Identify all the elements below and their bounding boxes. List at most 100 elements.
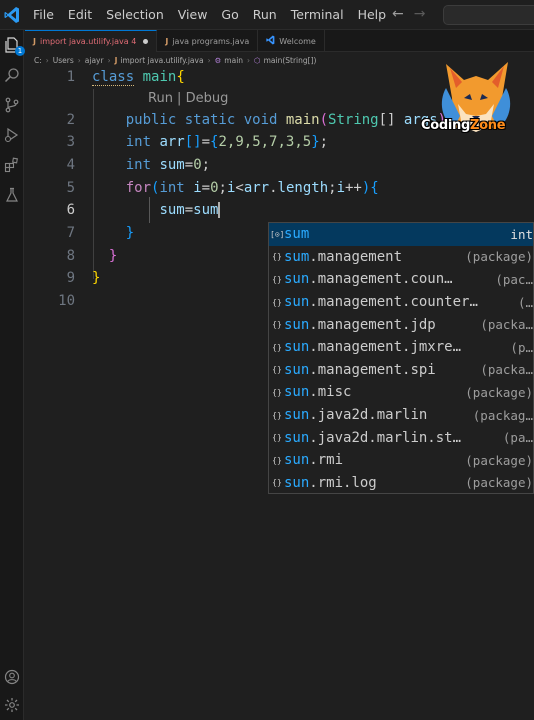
suggestion-match: sun [284,271,310,288]
chevron-right-icon: › [247,55,251,65]
menu-bar: File Edit Selection View Go Run Terminal… [26,0,393,30]
suggestion-detail: (p… [510,339,533,355]
source-control-icon[interactable] [3,96,21,114]
number-literal: 0 [210,180,219,196]
suggestion-match: sum [284,226,310,243]
tab-label: java programs.java [172,36,250,46]
menu-file[interactable]: File [26,0,61,30]
suggestion-item[interactable]: {} sun.rmi (package) [269,449,533,472]
menu-go[interactable]: Go [214,0,245,30]
suggestion-detail: (package) [465,452,533,468]
suggestion-item[interactable]: [⊙] sum int [269,223,533,246]
line-number: 5 [66,180,75,196]
suggestion-detail: (packag… [472,407,533,423]
suggestion-detail: (package) [465,475,533,491]
command-center-search[interactable] [443,5,534,25]
vscode-icon [266,35,275,48]
testing-icon[interactable] [3,186,21,204]
watermark-coding: Coding [421,118,470,133]
account-icon[interactable] [3,668,21,686]
tab-import-java-utilify[interactable]: J import java.utilify.java 4 [25,30,158,52]
unsaved-dot-icon[interactable] [143,39,149,44]
menu-selection[interactable]: Selection [99,0,171,30]
suggestion-rest: .misc [309,384,352,401]
java-file-icon: J [114,55,118,65]
menu-edit[interactable]: Edit [61,0,99,30]
explorer-badge: 1 [15,46,25,56]
breadcrumb-class[interactable]: main [224,56,243,65]
variable-sum: sum [159,157,185,173]
menu-run[interactable]: Run [246,0,284,30]
line-number: 10 [58,293,75,309]
keyword-int: int [125,134,152,150]
suggestion-rest: .management.jdp [309,316,436,333]
suggestion-match: sum [284,248,310,265]
codelens-run-debug[interactable]: Run | Debug [148,91,228,106]
run-debug-icon[interactable] [3,126,21,144]
tab-java-programs[interactable]: J java programs.java [157,30,259,52]
variable-arr: arr [159,134,185,150]
package-symbol-icon: {} [272,297,282,307]
menu-terminal[interactable]: Terminal [284,0,351,30]
activity-bar: 1 [0,30,25,720]
search-icon[interactable] [3,66,21,84]
menu-view[interactable]: View [171,0,215,30]
suggestion-item[interactable]: {} sun.java2d.marlin (packag… [269,404,533,427]
suggestion-detail: (packa… [480,317,533,333]
files-icon[interactable]: 1 [3,36,25,56]
back-arrow-icon[interactable]: ← [392,6,404,22]
suggestion-item[interactable]: {} sun.management.jmxre… (p… [269,336,533,359]
breadcrumb-file[interactable]: import java.utilify.java [120,56,203,65]
suggestion-detail: (package) [465,384,533,400]
suggestion-detail: (packa… [480,362,533,378]
tab-welcome[interactable]: Welcome [258,30,325,52]
code-line-6: sum=sum [159,202,220,218]
code-line-4: int sum=0; [125,157,211,173]
suggestion-item[interactable]: {} sun.management.coun… (pac… [269,268,533,291]
suggestion-label: sum.management [284,249,465,265]
java-file-icon: J [165,36,169,46]
package-symbol-icon: {} [272,320,282,330]
breadcrumb-users[interactable]: Users [53,56,74,65]
suggestion-rest: .java2d.marlin.st… [309,429,462,446]
breadcrumb-user[interactable]: ajayr [85,56,104,65]
suggestion-rest: .management.jmxre… [309,339,462,356]
number-literal: 0 [193,157,202,173]
line-number: 4 [66,157,75,173]
tab-label: Welcome [279,36,316,46]
suggestion-detail: (… [517,294,533,310]
package-symbol-icon: {} [272,478,282,488]
forward-arrow-icon[interactable]: → [414,6,426,22]
settings-gear-icon[interactable] [3,696,21,714]
title-bar: File Edit Selection View Go Run Terminal… [0,0,534,30]
suggestion-item[interactable]: {} sun.misc (package) [269,381,533,404]
suggestion-item[interactable]: {} sun.management.counter… (… [269,291,533,314]
editor-tabs: J import java.utilify.java 4 J java prog… [25,30,534,52]
suggestion-rest: .management.counter… [309,294,478,311]
suggestion-label: sun.misc [284,384,465,400]
code-line-3: int arr[]={2,9,5,7,3,5}; [125,134,329,150]
suggestion-item[interactable]: {} sun.management.spi (packa… [269,359,533,382]
code-line-7: } [125,225,135,241]
suggestion-item[interactable]: {} sun.management.jdp (packa… [269,313,533,336]
suggestion-item[interactable]: {} sun.java2d.marlin.st… (pa… [269,426,533,449]
suggestion-detail: int [510,226,533,242]
method-name: main [285,112,320,128]
suggestion-item[interactable]: {} sum.management (package) [269,246,533,269]
suggestion-label: sun.java2d.marlin.st… [284,430,503,446]
breadcrumb: C: › Users › ajayr › J import java.utili… [34,53,316,67]
suggestion-rest: .java2d.marlin [309,407,428,424]
suggestion-item[interactable]: {} sun.rmi.log (package) [269,472,533,493]
code-line-9: } [92,270,101,286]
package-symbol-icon: {} [272,342,282,352]
coding-zone-watermark-text: CodingZone [421,118,506,133]
breadcrumb-drive[interactable]: C: [34,56,42,65]
suggestion-label: sun.management.jdp [284,317,480,333]
breadcrumb-method[interactable]: main(String[]) [264,56,317,65]
code-line-2: public static void main(String[] args){ [125,112,455,128]
menu-help[interactable]: Help [351,0,394,30]
suggestion-match: sun [284,384,310,401]
chevron-right-icon: › [45,55,49,65]
line-number: 8 [66,248,75,264]
extensions-icon[interactable] [3,156,21,174]
